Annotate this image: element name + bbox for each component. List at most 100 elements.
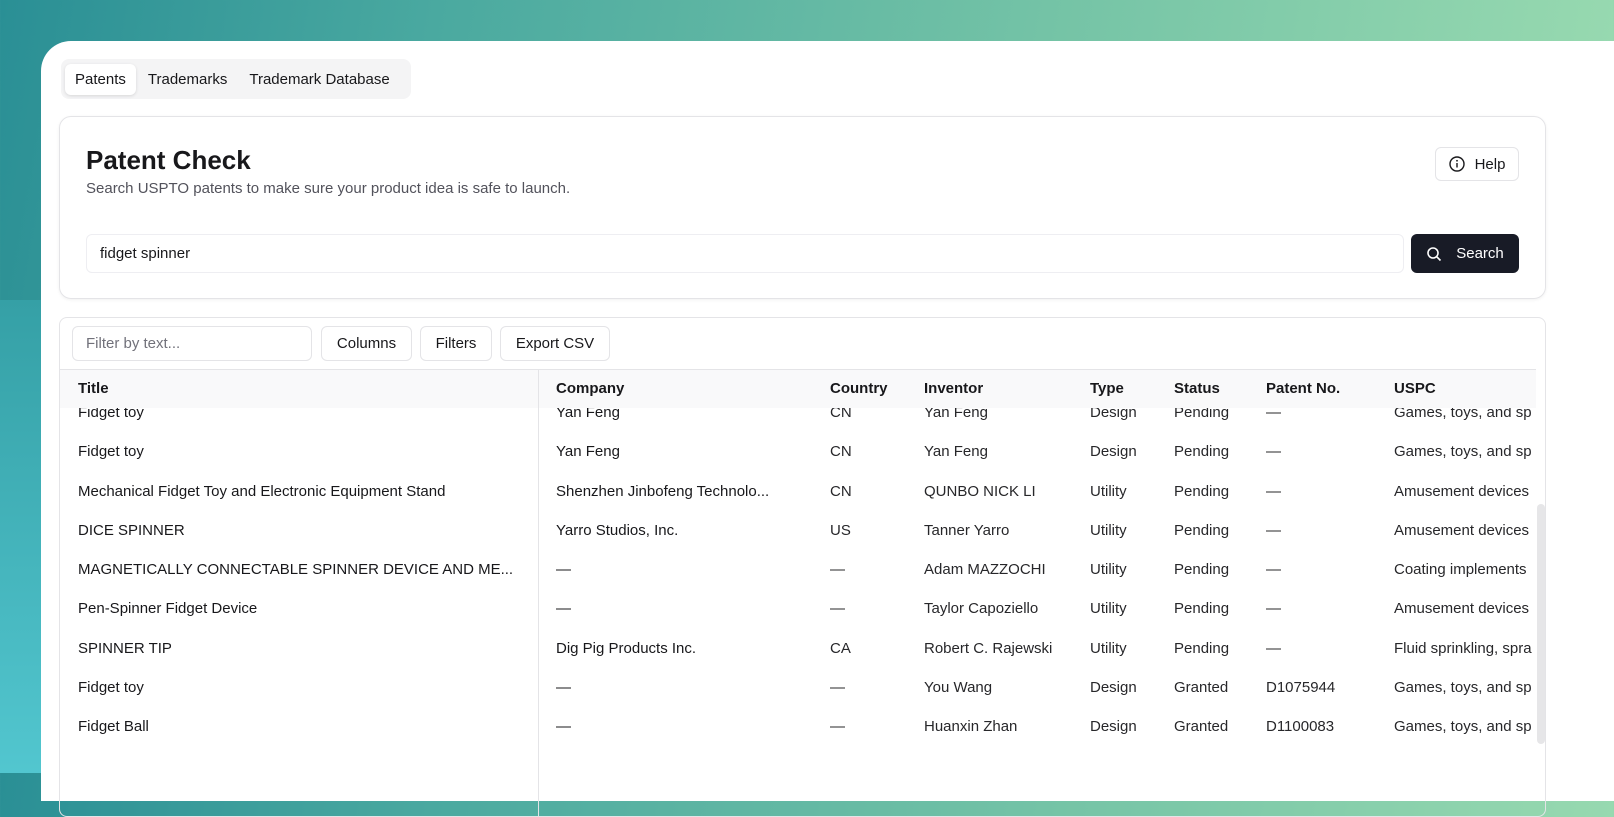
column-header[interactable]: USPC — [1394, 380, 1436, 397]
table-cell: — — [556, 679, 571, 697]
search-button[interactable]: Search — [1411, 234, 1519, 273]
help-button[interactable]: Help — [1435, 147, 1519, 181]
column-header[interactable]: Inventor — [924, 380, 983, 397]
table-cell: Huanxin Zhan — [924, 718, 1018, 736]
scrollbar[interactable] — [1537, 504, 1545, 744]
table-row[interactable]: Fidget Ball — — Huanxin Zhan Design Granted D1… — [60, 708, 1536, 747]
export-csv-button[interactable]: Export CSV — [500, 326, 610, 361]
patent-check-panel: Patent Check Search USPTO patents to mak… — [59, 116, 1546, 299]
table-cell: — — [556, 718, 571, 736]
table-cell: — — [1266, 521, 1281, 539]
table-cell: Pending — [1174, 639, 1230, 657]
table-cell: D1075944 — [1266, 679, 1336, 697]
filters-button[interactable]: Filters — [420, 326, 492, 361]
columns-button[interactable]: Columns — [321, 326, 412, 361]
table-cell: Fidget Ball — [78, 718, 149, 736]
table-cell: MAGNETICALLY CONNECTABLE SPINNER DEVICE … — [78, 561, 514, 579]
table-row[interactable]: Fidget toy Yan Feng CN Yan Feng Design Pendin… — [60, 433, 1536, 472]
table-cell: Games, toys, and sp — [1394, 408, 1532, 421]
table-cell: Robert C. Rajewski — [924, 639, 1053, 657]
table-cell: Yan Feng — [556, 443, 620, 461]
table-cell: Design — [1090, 679, 1137, 697]
table-row[interactable]: MAGNETICALLY CONNECTABLE SPINNER DEVICE … — [60, 551, 1536, 590]
table-cell: D1100083 — [1266, 718, 1335, 736]
table-cell: — — [1266, 600, 1281, 618]
tab-trademark-database[interactable]: Trademark Database — [239, 64, 399, 95]
table-cell: Pending — [1174, 600, 1230, 618]
table-cell: Utility — [1090, 561, 1127, 579]
table-cell: Pending — [1174, 408, 1230, 421]
table-cell: CN — [830, 408, 852, 421]
search-input[interactable] — [86, 234, 1404, 273]
table-cell: Tanner Yarro — [924, 521, 1010, 539]
table-cell: Pending — [1174, 482, 1230, 500]
table-cell: Utility — [1090, 600, 1127, 618]
info-icon — [1448, 156, 1465, 172]
table-cell: — — [1266, 482, 1281, 500]
table-cell: Design — [1090, 443, 1137, 461]
table-row[interactable]: DICE SPINNER Yarro Studios, Inc. US Tanner … — [60, 512, 1536, 551]
table-row[interactable]: Mechanical Fidget Toy and Electronic Equ… — [60, 473, 1536, 512]
table-cell: Utility — [1090, 521, 1127, 539]
table-cell: — — [830, 679, 845, 697]
column-header[interactable]: Type — [1090, 380, 1124, 397]
table-cell: Fidget toy — [78, 679, 144, 697]
table-cell: Yan Feng — [924, 408, 988, 421]
page-title: Patent Check — [86, 145, 251, 175]
table-cell: — — [1266, 443, 1281, 461]
table-cell: — — [556, 600, 571, 618]
table-cell: Design — [1090, 718, 1137, 736]
column-divider[interactable] — [538, 369, 539, 816]
table-row[interactable]: SPINNER TIP Dig Pig Products Inc. CA Robert… — [60, 630, 1536, 669]
tab-patents[interactable]: Patents — [65, 63, 136, 95]
table-cell: Amusement devices — [1394, 521, 1530, 539]
table-cell: Fidget toy — [78, 443, 144, 461]
table-cell: Fluid sprinkling, spra — [1394, 639, 1532, 657]
main-card: Patents Trademarks Trademark Database Pa… — [41, 41, 1614, 817]
search-label: Search — [1456, 245, 1504, 262]
table-cell: Taylor Capoziello — [924, 600, 1039, 618]
table-cell: CN — [830, 482, 852, 500]
table-cell: Pen-Spinner Fidget Device — [78, 600, 258, 618]
table-cell: Amusement devices — [1394, 600, 1530, 618]
table-cell: CN — [830, 443, 852, 461]
tab-bar: Patents Trademarks Trademark Database — [61, 59, 411, 99]
table-row[interactable]: Fidget toy — — You Wang Design Granted D107594… — [60, 669, 1536, 708]
table-cell: Yan Feng — [924, 443, 988, 461]
table-row[interactable]: Fidget toy Yan Feng CN Yan Feng Design Pendin… — [60, 408, 1536, 433]
table-cell: CA — [830, 639, 851, 657]
results-panel: Columns Filters Export CSV Title Company C… — [59, 317, 1546, 817]
table-cell: You Wang — [924, 679, 993, 697]
table-cell: Adam MAZZOCHI — [924, 561, 1046, 579]
table-cell: — — [1266, 408, 1281, 421]
table-body: Fidget toy Yan Feng CN Yan Feng Design Pendin… — [60, 408, 1536, 816]
table-cell: — — [830, 561, 845, 579]
table-cell: — — [830, 718, 845, 736]
table-cell: — — [830, 600, 845, 618]
search-icon — [1427, 246, 1442, 261]
table-cell: Granted — [1174, 679, 1229, 697]
table-cell: — — [1266, 639, 1281, 657]
table-cell: Yan Feng — [556, 408, 620, 421]
table-cell: US — [830, 521, 851, 539]
filter-input[interactable] — [72, 326, 312, 361]
page-subtitle: Search USPTO patents to make sure your p… — [86, 180, 571, 197]
table-cell: Games, toys, and sp — [1394, 443, 1532, 461]
column-header[interactable]: Patent No. — [1266, 380, 1340, 397]
table-cell: Utility — [1090, 639, 1127, 657]
table-cell: QUNBO NICK LI — [924, 482, 1036, 500]
column-header[interactable]: Country — [830, 380, 888, 397]
table-cell: Pending — [1174, 561, 1230, 579]
table-cell: Pending — [1174, 443, 1230, 461]
column-header[interactable]: Status — [1174, 380, 1220, 397]
table-cell: Games, toys, and sp — [1394, 718, 1532, 736]
table-cell: Shenzhen Jinbofeng Technolo... — [556, 482, 770, 500]
table-cell: Amusement devices — [1394, 482, 1530, 500]
table-row[interactable]: Pen-Spinner Fidget Device — — Taylor Capozi… — [60, 590, 1536, 629]
table-cell: DICE SPINNER — [78, 521, 185, 539]
column-header[interactable]: Company — [556, 380, 624, 397]
column-header[interactable]: Title — [78, 380, 109, 397]
table-cell: Utility — [1090, 482, 1127, 500]
help-label: Help — [1474, 155, 1506, 173]
tab-trademarks[interactable]: Trademarks — [138, 64, 237, 95]
